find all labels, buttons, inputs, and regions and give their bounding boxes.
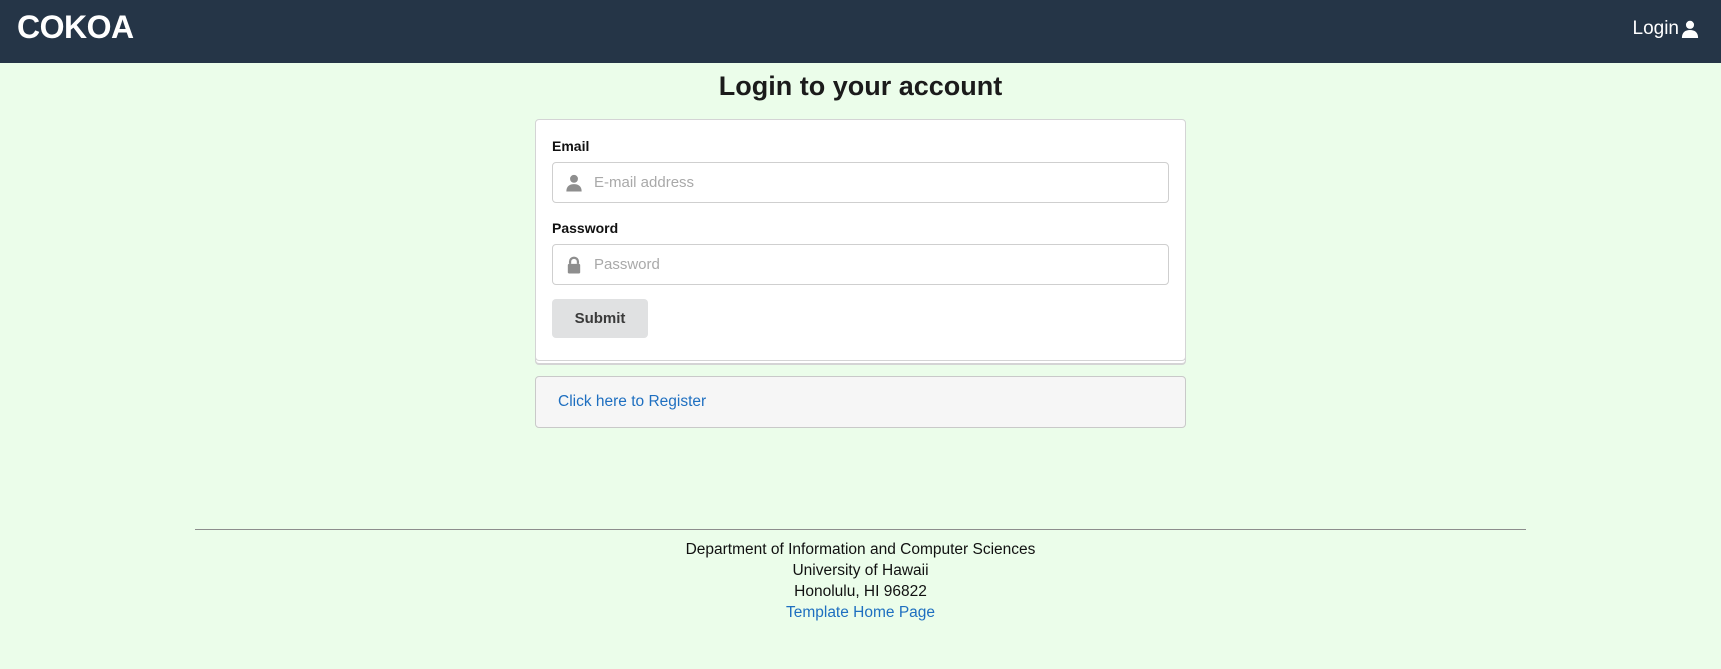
register-link[interactable]: Click here to Register (558, 393, 706, 411)
footer-department: Department of Information and Computer S… (685, 541, 1036, 558)
page-title: Login to your account (718, 71, 1003, 101)
lock-icon (567, 256, 581, 274)
password-label: Password (552, 220, 619, 236)
login-form: Email Password Submit (535, 119, 1186, 361)
email-field[interactable] (594, 163, 1164, 202)
nav-login-link[interactable]: Login (1633, 18, 1700, 40)
footer-address: Honolulu, HI 96822 (794, 583, 927, 600)
user-icon (566, 174, 582, 192)
top-navbar: COKOA Login (0, 0, 1721, 63)
user-icon (1681, 20, 1699, 38)
password-field-wrapper (552, 244, 1169, 285)
brand-logo[interactable]: COKOA (17, 9, 134, 46)
footer-divider (195, 529, 1526, 530)
template-home-link[interactable]: Template Home Page (786, 604, 935, 621)
email-field-wrapper (552, 162, 1169, 203)
footer-university: University of Hawaii (792, 562, 929, 579)
password-field[interactable] (594, 245, 1164, 284)
register-message: Click here to Register (535, 376, 1186, 428)
nav-login-label: Login (1632, 18, 1680, 39)
email-label: Email (552, 138, 590, 154)
submit-button[interactable]: Submit (552, 299, 648, 338)
footer: Department of Information and Computer S… (0, 539, 1721, 623)
